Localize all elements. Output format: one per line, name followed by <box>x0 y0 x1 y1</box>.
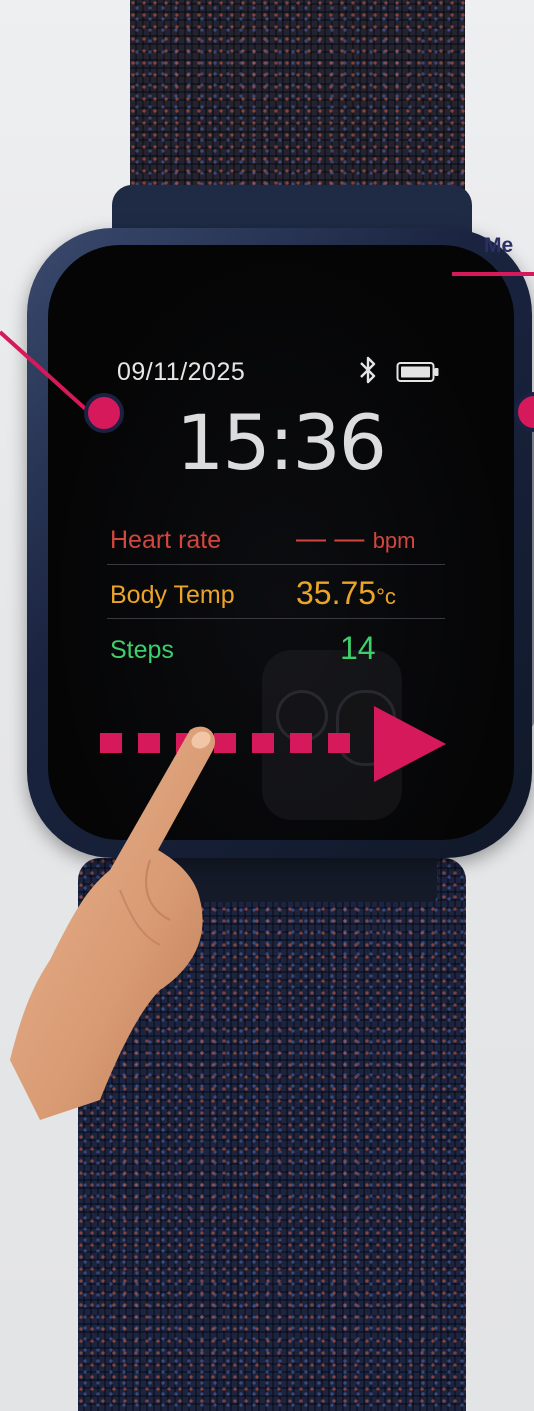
body-temp-label: Body Temp <box>110 581 235 609</box>
bluetooth-icon <box>360 356 376 384</box>
callout-dot-screen <box>84 393 124 433</box>
metric-divider <box>107 618 445 619</box>
steps-label: Steps <box>110 636 174 664</box>
watch-photo: 09/11/2025 15:36 Heart rate — — bpm Body… <box>0 0 534 1411</box>
metric-divider <box>107 564 445 565</box>
swipe-arrow-dash <box>252 733 274 753</box>
steps-value: 14 <box>340 630 376 666</box>
body-temp-unit: °c <box>376 584 396 609</box>
hand-pointer-icon <box>10 726 215 1120</box>
battery-icon <box>396 362 439 382</box>
swipe-arrow-dash <box>328 733 350 753</box>
swipe-arrow-dash <box>290 733 312 753</box>
swipe-arrow-head-icon <box>374 706 446 782</box>
date-display: 09/11/2025 <box>117 358 246 386</box>
heart-rate-row: Heart rate — — bpm <box>110 520 445 564</box>
body-temp-row: Body Temp 35.75°c <box>110 575 445 619</box>
body-temp-value: 35.75°c <box>296 575 396 611</box>
heart-rate-unit: bpm <box>372 528 416 553</box>
steps-row: Steps 14 <box>110 630 445 674</box>
heart-rate-value: — — bpm <box>296 522 416 555</box>
callout-label-right: Me <box>484 234 514 257</box>
time-display: 15:36 <box>176 398 387 487</box>
callout-line-right <box>452 272 534 276</box>
heart-rate-label: Heart rate <box>110 526 222 554</box>
